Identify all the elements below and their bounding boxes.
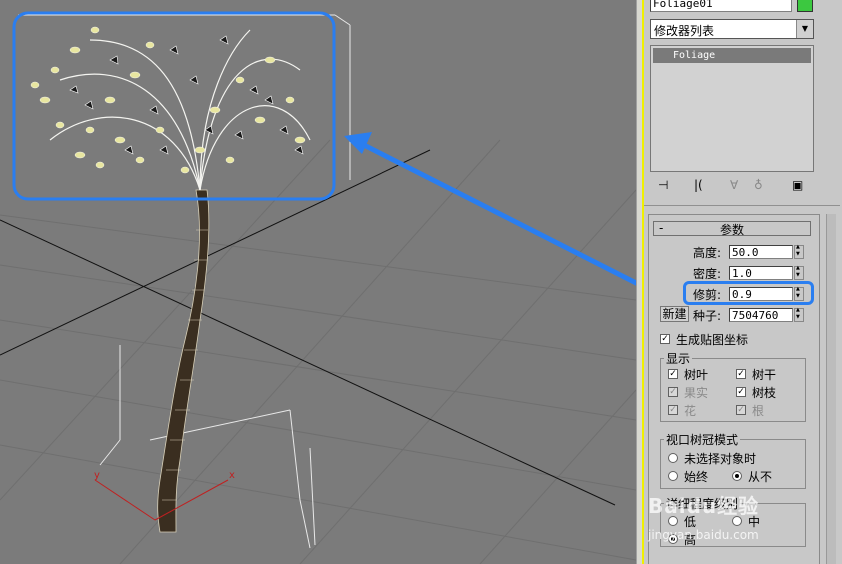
chevron-down-icon[interactable]: ▼ [796,20,813,38]
stack-toolbar: ⊣ |( ∀ ♁ ▣ [650,178,814,196]
display-group-title: 显示 [664,350,693,367]
gizmo-x-label: x [229,470,235,481]
modifier-stack[interactable]: Foliage [650,45,814,172]
remove-modifier-icon[interactable]: ♁ [754,178,763,192]
branches-label: 树枝 [752,386,777,400]
watermark-url: jingyan.baidu.com [648,528,759,542]
branches-checkbox[interactable]: ✓ [736,387,746,397]
seed-spinner[interactable] [794,307,804,322]
canopy-always-label: 始终 [684,470,709,484]
display-group [660,358,806,422]
seed-input[interactable]: 7504760 [729,308,793,322]
canopy-never-radio[interactable] [732,471,742,481]
canopy-when-unselected-radio[interactable] [668,453,678,463]
modifier-list-label: 修改器列表 [654,24,715,38]
panel-separator [644,205,840,206]
fruit-label: 果实 [684,386,709,400]
gizmo-y-label: y [94,470,100,481]
density-spinner[interactable] [794,265,804,280]
fruit-checkbox[interactable]: ✓ [668,387,678,397]
trunk-label: 树干 [752,368,777,382]
roots-checkbox[interactable]: ✓ [736,405,746,415]
seed-label: 种子: [693,309,722,323]
flowers-label: 花 [684,404,697,418]
height-spinner[interactable] [794,244,804,259]
gen-mapping-label: 生成贴图坐标 [676,333,749,347]
annotation-arrow [344,132,636,286]
bounding-box [18,14,351,549]
flowers-checkbox[interactable]: ✓ [668,405,678,415]
density-label: 密度: [693,267,722,281]
rollout-title: 参数 [720,223,745,237]
gen-mapping-checkbox[interactable]: ✓ [660,334,670,344]
stack-item-foliage[interactable]: Foliage [653,48,811,63]
configure-sets-icon[interactable]: ▣ [792,178,803,192]
roots-label: 根 [752,404,765,418]
object-color-swatch[interactable] [797,0,813,12]
pin-stack-icon[interactable]: ⊣ [658,178,668,192]
command-panel: Foliage01 修改器列表 ▼ Foliage ⊣ |( ∀ ♁ ▣ - 参… [642,0,842,564]
prune-label: 修剪: [693,288,722,302]
tree-trunk [157,189,210,533]
highlight-box-foliage [12,11,336,201]
canopy-when-unselected-label: 未选择对象时 [684,452,757,466]
watermark-logo: Baidu经验 [648,494,760,518]
tree-branches [49,29,311,191]
make-unique-icon[interactable]: ∀ [730,178,738,192]
panel-scrollbar[interactable] [826,214,836,564]
height-input[interactable]: 50.0 [729,245,793,259]
prune-spinner[interactable] [794,286,804,301]
canopy-never-label: 从不 [748,470,773,484]
show-end-result-icon[interactable]: |( [694,178,703,192]
tree-foliage [30,26,306,174]
density-input[interactable]: 1.0 [729,266,793,280]
object-name-field[interactable]: Foliage01 [650,0,792,12]
viewport-scene: y x [0,11,636,564]
perspective-viewport[interactable]: y x [0,0,636,564]
grid-axis-line [0,149,431,356]
prune-input[interactable]: 0.9 [729,287,793,301]
canopy-always-radio[interactable] [668,471,678,481]
rollout-toggle: - [659,221,664,235]
leaves-checkbox[interactable]: ✓ [668,369,678,379]
canopy-group-title: 视口树冠模式 [664,431,741,448]
trunk-checkbox[interactable]: ✓ [736,369,746,379]
modifier-list-dropdown[interactable]: 修改器列表 ▼ [650,19,814,39]
height-label: 高度: [693,246,722,260]
new-seed-button[interactable]: 新建 [660,306,689,322]
rollout-header[interactable]: - 参数 [653,221,811,237]
leaves-label: 树叶 [684,368,709,382]
grid-axis-line [0,219,616,506]
